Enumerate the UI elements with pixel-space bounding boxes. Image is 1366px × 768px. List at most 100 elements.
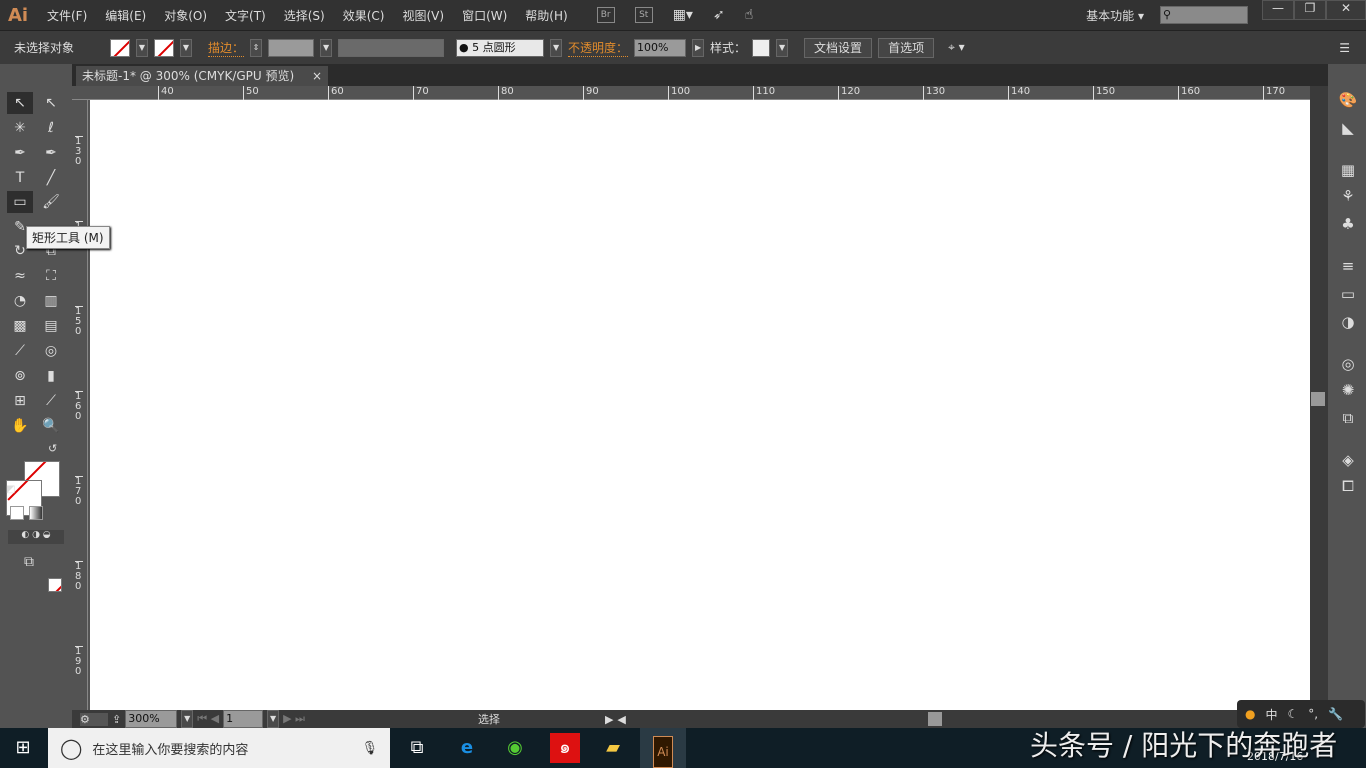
lasso-tool-icon[interactable]: ℓ	[38, 117, 64, 139]
taskbar-search[interactable]: ◯ 在这里输入你要搜索的内容 🎙	[48, 728, 390, 768]
zoom-dropdown[interactable]: ▼	[181, 710, 194, 728]
last-artboard-icon[interactable]: ▶ ⏭	[283, 712, 305, 726]
netease-music-icon[interactable]: ๑	[550, 733, 580, 763]
eyedropper-tool-icon[interactable]: ⟋	[7, 340, 33, 362]
direct-selection-tool-icon[interactable]: ↖	[38, 92, 64, 114]
magic-wand-tool-icon[interactable]: ✳	[7, 117, 33, 139]
default-colors-icon[interactable]: ◩	[6, 484, 15, 495]
free-transform-tool-icon[interactable]: ⛶	[38, 265, 64, 287]
screen-mode-icon[interactable]: ⧉	[24, 554, 34, 570]
stock-button[interactable]: St	[634, 7, 653, 23]
menu-type[interactable]: 文字(T)	[216, 7, 275, 24]
menu-object[interactable]: 对象(O)	[155, 7, 216, 24]
drawing-modes-icon[interactable]: ◐ ◑ ◒	[8, 530, 64, 544]
color-icon[interactable]: 🎨	[1338, 90, 1358, 110]
horizontal-scroll-thumb[interactable]	[928, 712, 942, 726]
document-setup-button[interactable]: 文档设置	[804, 37, 873, 58]
stroke-weight-stepper[interactable]: ⇕	[250, 38, 263, 57]
menu-select[interactable]: 选择(S)	[275, 7, 334, 24]
gpu-icon[interactable]: ⚙	[80, 712, 108, 726]
workspace-switcher[interactable]: 基本功能 ▾	[1086, 7, 1144, 24]
gpu-performance-icon[interactable]: ➶	[713, 7, 725, 23]
mesh-tool-icon[interactable]: ▩	[7, 315, 33, 337]
shape-builder-tool-icon[interactable]: ◔	[7, 290, 33, 312]
windows-start-icon[interactable]: ⊞	[8, 733, 38, 763]
microphone-icon[interactable]: 🎙	[361, 741, 378, 756]
gradient-icon[interactable]: ▭	[1338, 284, 1358, 304]
fill-dropdown[interactable]: ▼	[136, 38, 148, 57]
artboard-dropdown[interactable]: ▼	[267, 710, 280, 728]
graphic-styles-icon[interactable]: ✺	[1338, 380, 1358, 400]
swatches-icon[interactable]: ▦	[1338, 160, 1358, 180]
horizontal-ruler[interactable]: 40 50 60 70 80 90 100 110 120 130 140 150 160 170	[72, 86, 1328, 100]
menu-window[interactable]: 窗口(W)	[453, 7, 516, 24]
wrench-icon[interactable]: 🔧	[1328, 707, 1343, 721]
appearance-icon[interactable]: ◎	[1338, 354, 1358, 374]
color-guide-icon[interactable]: ◣	[1338, 118, 1358, 138]
preferences-button[interactable]: 首选项	[878, 37, 935, 58]
artboard-number-input[interactable]: 1	[223, 710, 264, 728]
scroll-left-arrow[interactable]: ◀	[617, 713, 625, 726]
pen-tool-icon[interactable]: ✒	[7, 142, 33, 164]
menu-help[interactable]: 帮助(H)	[516, 7, 576, 24]
arrange-documents-icon[interactable]: ▦▾	[673, 7, 693, 23]
vertical-ruler[interactable]: 130140150160170180190	[72, 100, 88, 710]
punctuation-icon[interactable]: °,	[1308, 707, 1318, 721]
style-swatch[interactable]	[752, 38, 771, 57]
none-mode-icon[interactable]	[48, 578, 62, 592]
selection-tool-icon[interactable]: ↖	[7, 92, 33, 114]
blend-tool-icon[interactable]: ◎	[38, 340, 64, 362]
select-similar-icon[interactable]: ⌖ ▾	[948, 40, 965, 55]
close-button[interactable]: ✕	[1326, 0, 1366, 20]
curvature-tool-icon[interactable]: ✒	[38, 142, 64, 164]
restore-button[interactable]: ❐	[1294, 0, 1326, 20]
brush-definition[interactable]: ● 5 点圆形	[456, 38, 545, 57]
slice-tool-icon[interactable]: ⟋	[38, 390, 64, 412]
symbol-sprayer-tool-icon[interactable]: ⊚	[7, 365, 33, 387]
illustrator-taskbar-button[interactable]: Ai	[640, 728, 686, 768]
paintbrush-tool-icon[interactable]: 🖌	[38, 191, 64, 213]
stroke-icon[interactable]: ≡	[1338, 256, 1358, 276]
bridge-button[interactable]: Br	[596, 7, 615, 23]
vertical-scrollbar[interactable]	[1310, 86, 1328, 710]
perspective-grid-tool-icon[interactable]: ▥	[38, 290, 64, 312]
artboards-icon[interactable]: ⧠	[1338, 476, 1358, 496]
ime-mode[interactable]: 中	[1265, 706, 1277, 723]
column-graph-tool-icon[interactable]: ▮	[38, 365, 64, 387]
edge-icon[interactable]: e	[452, 733, 482, 763]
status-menu-arrow[interactable]: ▶	[605, 713, 613, 726]
layers-icon[interactable]: ◈	[1338, 450, 1358, 470]
scroll-thumb[interactable]	[1311, 392, 1325, 406]
stroke-label[interactable]: 描边：	[208, 39, 245, 57]
stroke-dropdown[interactable]: ▼	[180, 38, 192, 57]
search-input[interactable]: ⚲	[1160, 6, 1248, 24]
zoom-tool-icon[interactable]: 🔍	[38, 415, 64, 437]
first-artboard-icon[interactable]: ⏮ ◀	[197, 712, 219, 726]
color-mode-icon[interactable]	[10, 506, 24, 520]
stroke-weight-input[interactable]	[268, 38, 315, 57]
transparency-icon[interactable]: ◑	[1338, 312, 1358, 332]
menu-view[interactable]: 视图(V)	[393, 7, 453, 24]
zoom-input[interactable]: 300%	[125, 710, 178, 728]
opacity-label[interactable]: 不透明度：	[568, 39, 629, 57]
line-tool-icon[interactable]: ╱	[38, 167, 64, 189]
menu-effect[interactable]: 效果(C)	[334, 7, 394, 24]
asset-export-icon[interactable]: ⧉	[1338, 408, 1358, 428]
stroke-swatch[interactable]	[154, 38, 174, 57]
variable-width-profile[interactable]	[338, 38, 445, 57]
touch-workspace-icon[interactable]: ☝	[745, 7, 754, 23]
task-view-icon[interactable]: ⧉	[402, 733, 432, 763]
menu-file[interactable]: 文件(F)	[38, 7, 96, 24]
file-explorer-icon[interactable]: ▰	[598, 733, 628, 763]
close-tab-icon[interactable]: ×	[312, 66, 322, 86]
opacity-arrow[interactable]: ▶	[692, 38, 705, 57]
document-tab[interactable]: 未标题-1* @ 300% (CMYK/GPU 预览) ×	[76, 66, 328, 86]
share-icon[interactable]: ⇪	[112, 713, 121, 726]
artboard-tool-icon[interactable]: ⊞	[7, 390, 33, 412]
menu-edit[interactable]: 编辑(E)	[96, 7, 155, 24]
brush-dropdown[interactable]: ▼	[550, 38, 563, 57]
artboard[interactable]	[90, 100, 1310, 710]
swap-colors-icon[interactable]: ↺	[48, 442, 57, 455]
opacity-input[interactable]: 100%	[634, 38, 687, 57]
panel-menu-icon[interactable]: ☰	[1339, 41, 1350, 55]
